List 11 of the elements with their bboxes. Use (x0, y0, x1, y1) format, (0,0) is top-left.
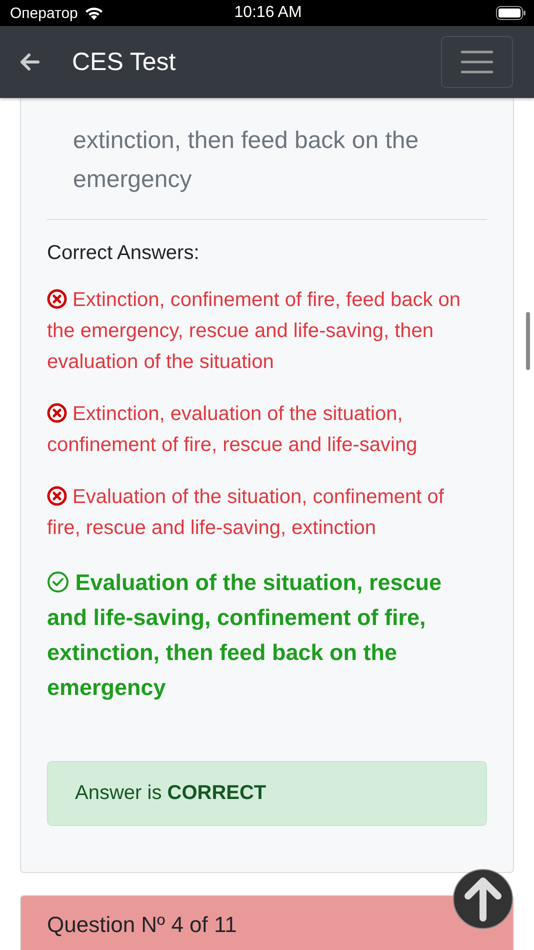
question-number: Question Nº 4 of 11 (47, 912, 237, 937)
answers-heading: Correct Answers: (47, 242, 200, 265)
wrong-answer: Extinction, confinement of fire, feed back on the emergency, rescue and life-saving, then evaluation of the situation (47, 288, 462, 375)
clock-time: 10:16 AM (234, 4, 302, 22)
correct-answer: Evaluation of the situation, rescue and life-saving, confinement of fire, extinction, then feed back on the emergency (47, 569, 443, 702)
carrier-name: Оператор (10, 4, 78, 22)
wrong-answer: Evaluation of the situation, confinement of fire, rescue and life-saving, extinction (47, 485, 445, 541)
page-title: CES Test (72, 48, 177, 76)
wrong-answer: Extinction, evaluation of the situation, confinement of fire, rescue and life-saving (47, 402, 418, 458)
question-text: extinction, then feed back on the emergency (73, 126, 420, 195)
result-alert: Answer is CORRECT (47, 761, 487, 826)
